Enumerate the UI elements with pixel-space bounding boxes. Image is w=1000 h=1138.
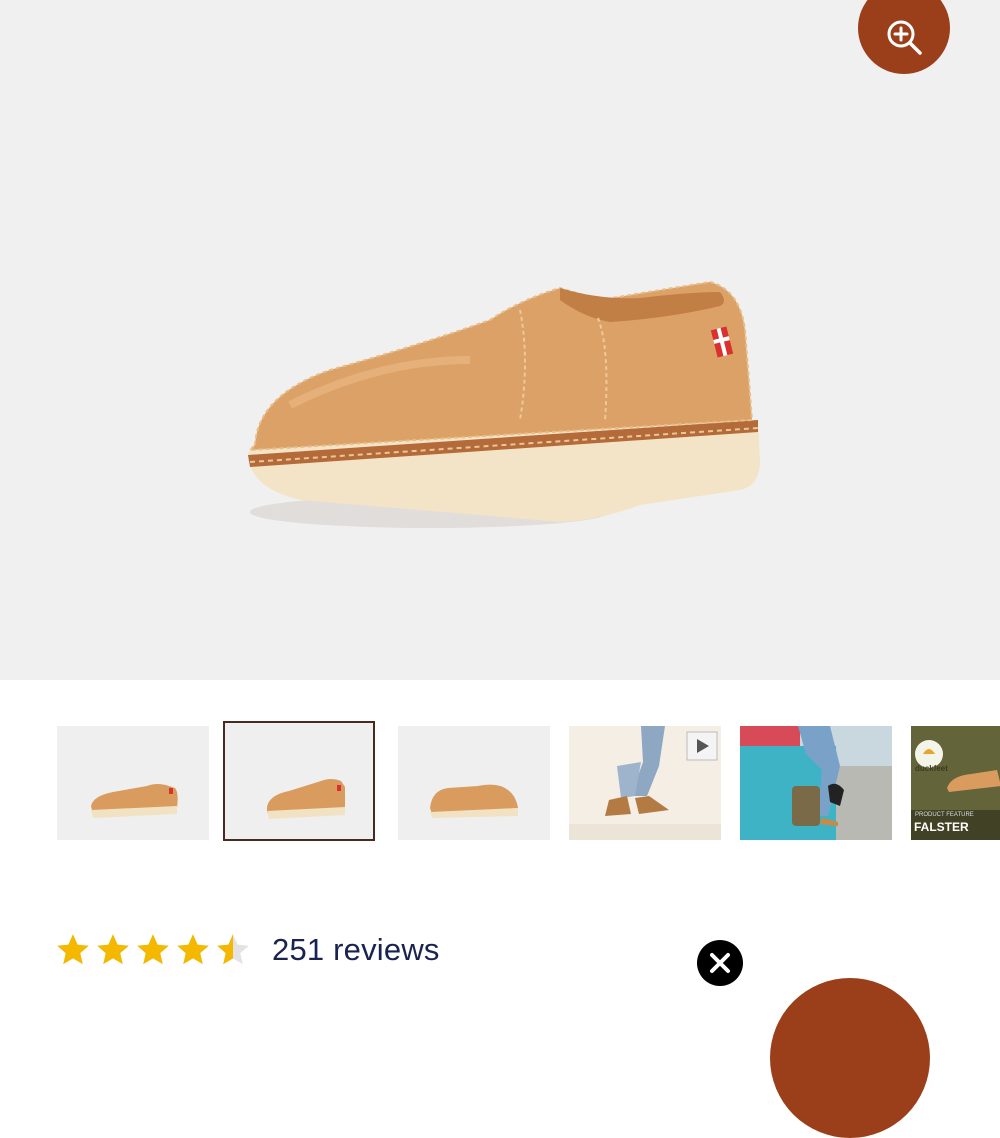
product-main-image[interactable] [0,0,1000,680]
thumbnail-6-feature[interactable]: duckfeet PRODUCT FEATURE FALSTER [911,726,1000,840]
thumbnail-1[interactable] [57,726,209,840]
thumbnail-strip[interactable]: duckfeet PRODUCT FEATURE FALSTER [0,718,1000,848]
thumbnail-3[interactable] [398,726,550,840]
rating-row: 251 reviews [54,928,440,972]
floating-action-button[interactable] [770,978,930,1138]
shoe-image [247,280,760,528]
feature-caption-large: FALSTER [914,820,969,834]
reviews-count-link[interactable]: 251 reviews [272,932,440,968]
feature-caption-small: PRODUCT FEATURE [915,812,974,818]
half-star-icon [214,931,252,969]
star-icon [54,931,92,969]
thumbnail-4-video[interactable] [569,726,721,840]
star-icon [94,931,132,969]
zoom-in-icon [887,20,922,55]
thumbnail-2[interactable] [223,721,375,841]
close-button[interactable] [697,940,743,986]
star-icon [134,931,172,969]
star-icon [174,931,212,969]
close-icon [710,953,730,973]
brand-label: duckfeet [915,764,948,773]
thumbnail-5-lifestyle[interactable] [740,726,892,840]
star-rating [54,931,252,969]
